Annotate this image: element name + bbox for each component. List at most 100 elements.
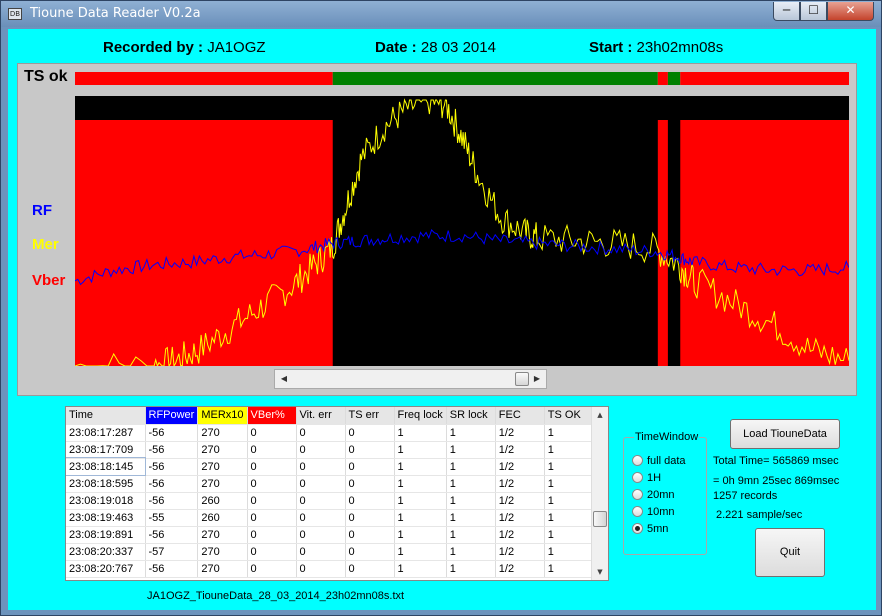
grid-row[interactable]: 23:08:18:145 -56 270 0 0 0 1 1 1/2 1 [66,457,594,476]
grid-cell[interactable]: 270 [197,424,248,442]
grid-scroll-thumb[interactable] [593,511,607,527]
grid-cell[interactable]: 23:08:20:767 [66,560,146,578]
grid-column-header[interactable]: RFPower [145,407,199,425]
grid-cell[interactable]: 23:08:18:595 [66,475,146,493]
grid-cell[interactable]: 1 [446,441,496,459]
grid-column-header[interactable]: Vit. err [296,407,346,425]
quit-button[interactable]: Quit [755,528,825,577]
grid-cell[interactable]: 270 [197,560,248,578]
grid-row[interactable]: 23:08:19:018 -56 260 0 0 0 1 1 1/2 1 [66,492,594,510]
grid-row[interactable]: 23:08:17:287 -56 270 0 0 0 1 1 1/2 1 [66,424,594,442]
grid-column-header[interactable]: TS OK [544,407,594,425]
grid-cell[interactable]: -57 [145,543,199,561]
grid-cell[interactable]: 1 [446,526,496,544]
grid-cell[interactable]: 1/2 [495,458,545,476]
grid-row[interactable]: 23:08:18:595 -56 270 0 0 0 1 1 1/2 1 [66,475,594,493]
grid-cell[interactable]: 0 [345,424,395,442]
chart-horizontal-scrollbar[interactable]: ◀ ▶ [274,369,547,389]
grid-column-header[interactable]: SR lock [446,407,496,425]
grid-cell[interactable]: 23:08:19:891 [66,526,146,544]
radio-icon[interactable] [632,489,643,500]
data-grid[interactable]: Time RFPower MERx10 VBer% Vit. err TS err Freq… [65,406,609,581]
grid-column-header[interactable]: FEC [495,407,545,425]
time-window-option[interactable]: 1H [632,472,661,486]
grid-cell[interactable]: 270 [197,441,248,459]
grid-row[interactable]: 23:08:20:767 -56 270 0 0 0 1 1 1/2 1 [66,560,594,578]
grid-cell[interactable]: 0 [247,441,297,459]
grid-cell[interactable]: 1 [544,509,594,527]
grid-cell[interactable]: 1 [394,560,447,578]
grid-cell[interactable]: 270 [197,458,248,476]
grid-cell[interactable]: 1/2 [495,543,545,561]
grid-cell[interactable]: -56 [145,424,199,442]
grid-cell[interactable]: 0 [345,543,395,561]
grid-cell[interactable]: 0 [345,560,395,578]
grid-column-header[interactable]: MERx10 [197,407,248,425]
grid-column-header[interactable]: Freq lock [394,407,447,425]
grid-cell[interactable]: 23:08:17:709 [66,441,146,459]
grid-cell[interactable]: 0 [247,560,297,578]
grid-row[interactable]: 23:08:20:337 -57 270 0 0 0 1 1 1/2 1 [66,543,594,561]
grid-cell[interactable]: 0 [247,509,297,527]
grid-cell[interactable]: 0 [345,492,395,510]
load-tioune-data-button[interactable]: Load TiouneData [730,419,840,449]
grid-cell[interactable]: 0 [296,458,346,476]
grid-cell[interactable]: 1 [394,424,447,442]
grid-cell[interactable]: 1/2 [495,509,545,527]
grid-cell[interactable]: 0 [296,475,346,493]
radio-icon[interactable] [632,523,643,534]
grid-cell[interactable]: 1 [394,492,447,510]
scroll-left-icon[interactable]: ◀ [277,372,291,386]
grid-cell[interactable]: 1 [446,458,496,476]
grid-cell[interactable]: 1/2 [495,492,545,510]
grid-cell[interactable]: 260 [197,509,248,527]
grid-cell[interactable]: 0 [247,526,297,544]
maximize-button[interactable]: ☐ [800,2,827,21]
radio-icon[interactable] [632,506,643,517]
grid-cell[interactable]: 1/2 [495,475,545,493]
grid-row[interactable]: 23:08:19:463 -55 260 0 0 0 1 1 1/2 1 [66,509,594,527]
radio-icon[interactable] [632,455,643,466]
radio-icon[interactable] [632,472,643,483]
grid-cell[interactable]: 270 [197,475,248,493]
grid-row[interactable]: 23:08:19:891 -56 270 0 0 0 1 1 1/2 1 [66,526,594,544]
grid-cell[interactable]: 1 [544,458,594,476]
scroll-right-icon[interactable]: ▶ [530,372,544,386]
scroll-up-icon[interactable]: ▲ [592,407,608,423]
grid-cell[interactable]: 1 [446,424,496,442]
grid-cell[interactable]: 23:08:18:145 [66,457,146,476]
grid-cell[interactable]: 0 [345,475,395,493]
grid-cell[interactable]: -56 [145,475,199,493]
grid-cell[interactable]: 1 [544,543,594,561]
grid-cell[interactable]: 1 [544,424,594,442]
grid-cell[interactable]: 1 [446,560,496,578]
grid-cell[interactable]: 1 [394,509,447,527]
grid-cell[interactable]: 0 [247,458,297,476]
grid-cell[interactable]: 0 [296,560,346,578]
grid-cell[interactable]: 1 [446,509,496,527]
grid-cell[interactable]: 1 [446,475,496,493]
grid-cell[interactable]: -56 [145,458,199,476]
grid-row[interactable]: 23:08:17:709 -56 270 0 0 0 1 1 1/2 1 [66,441,594,459]
grid-cell[interactable]: -55 [145,509,199,527]
grid-cell[interactable]: 0 [345,526,395,544]
grid-cell[interactable]: 1 [446,492,496,510]
grid-cell[interactable]: 1/2 [495,441,545,459]
grid-cell[interactable]: 1/2 [495,526,545,544]
grid-cell[interactable]: 270 [197,526,248,544]
minimize-button[interactable]: ─ [773,2,800,21]
grid-cell[interactable]: 1 [544,492,594,510]
title-bar[interactable]: DB Tioune Data Reader V0.2a ─ ☐ ✕ [1,1,881,27]
grid-cell[interactable]: 0 [296,424,346,442]
grid-cell[interactable]: 260 [197,492,248,510]
grid-cell[interactable]: 0 [296,509,346,527]
grid-cell[interactable]: 0 [345,509,395,527]
grid-cell[interactable]: 1 [394,475,447,493]
grid-column-header[interactable]: Time [66,407,146,425]
grid-cell[interactable]: 0 [296,441,346,459]
time-window-option[interactable]: 10mn [632,506,675,520]
grid-cell[interactable]: 0 [247,475,297,493]
grid-cell[interactable]: 1 [544,526,594,544]
grid-cell[interactable]: 23:08:17:287 [66,424,146,442]
grid-cell[interactable]: -56 [145,560,199,578]
